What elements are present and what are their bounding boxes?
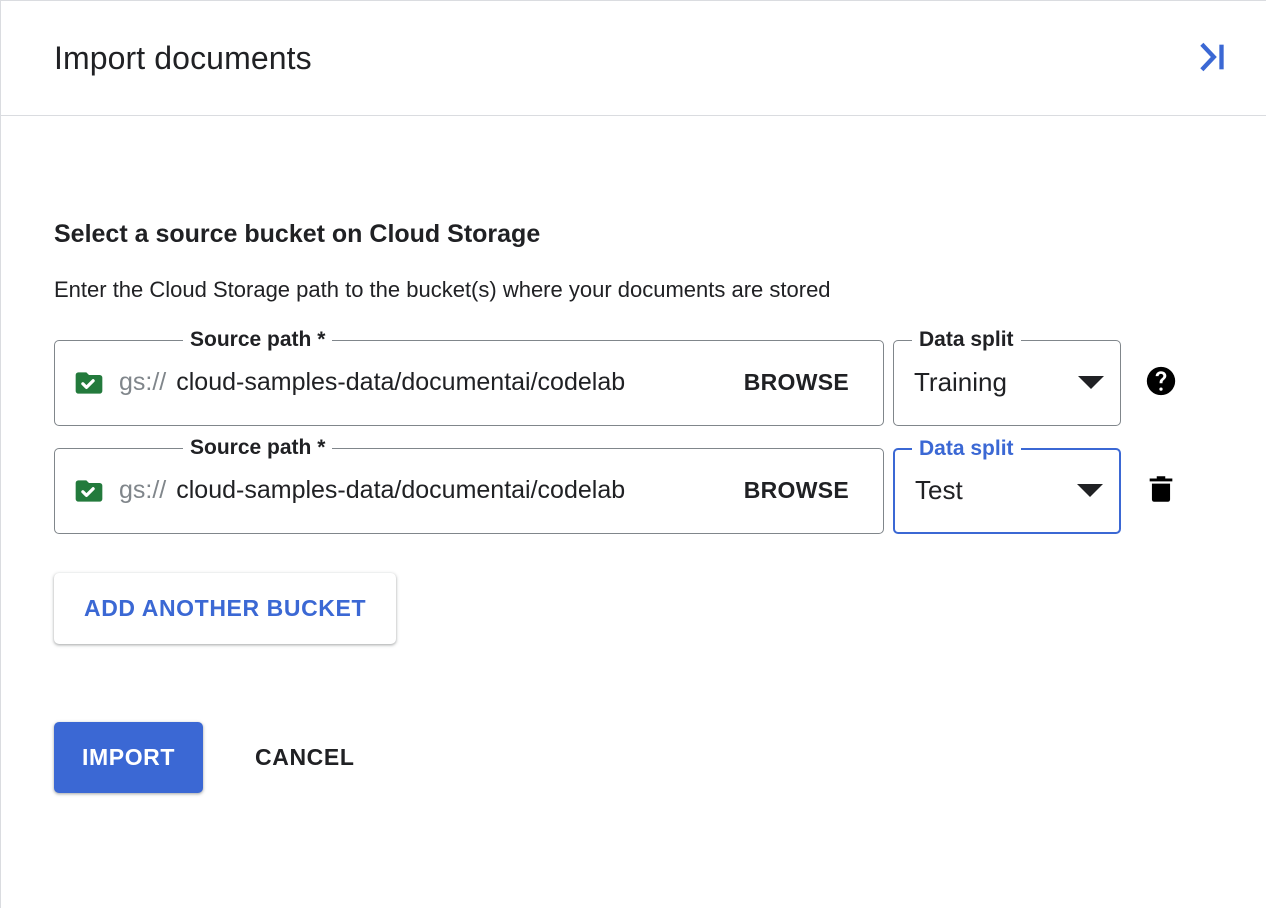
- panel-body: Select a source bucket on Cloud Storage …: [1, 117, 1266, 793]
- delete-bucket-row-button[interactable]: [1133, 448, 1189, 534]
- chevron-down-icon: [1078, 376, 1104, 389]
- page-title: Import documents: [54, 42, 312, 74]
- delete-trash-icon: [1144, 472, 1178, 509]
- import-documents-panel: Import documents Select a source bucket …: [0, 0, 1266, 908]
- data-split-label: Data split: [912, 438, 1021, 459]
- source-path-field[interactable]: Source path * gs:// BROWSE: [54, 448, 884, 534]
- section-description: Enter the Cloud Storage path to the buck…: [54, 249, 1266, 302]
- data-split-select[interactable]: Data split Test: [893, 448, 1121, 534]
- gs-scheme-prefix: gs://: [119, 368, 166, 397]
- source-path-field[interactable]: Source path * gs:// BROWSE: [54, 340, 884, 426]
- green-folder-check-icon: [73, 475, 105, 507]
- source-path-label: Source path *: [183, 329, 332, 350]
- data-split-select[interactable]: Data split Training: [893, 340, 1121, 426]
- import-button[interactable]: IMPORT: [54, 722, 203, 793]
- section-title: Select a source bucket on Cloud Storage: [54, 117, 1266, 249]
- source-path-label: Source path *: [183, 437, 332, 458]
- add-another-bucket-button[interactable]: ADD ANOTHER BUCKET: [54, 573, 396, 644]
- footer-actions: IMPORT CANCEL: [54, 722, 1266, 793]
- gs-scheme-prefix: gs://: [119, 476, 166, 505]
- browse-button[interactable]: BROWSE: [726, 477, 883, 504]
- cancel-button[interactable]: CANCEL: [231, 722, 378, 793]
- chevron-right-bar-icon: [1194, 37, 1234, 80]
- help-button[interactable]: [1133, 340, 1189, 426]
- chevron-down-icon: [1077, 484, 1103, 497]
- source-path-input[interactable]: [176, 368, 725, 397]
- data-split-label: Data split: [912, 329, 1021, 350]
- bucket-row: Source path * gs:// BROWSE Data split Tr…: [54, 340, 1266, 426]
- panel-header: Import documents: [1, 0, 1266, 116]
- source-path-input[interactable]: [176, 476, 725, 505]
- bucket-row: Source path * gs:// BROWSE Data split Te…: [54, 448, 1266, 534]
- collapse-panel-button[interactable]: [1190, 34, 1238, 82]
- data-split-value: Training: [914, 367, 1007, 398]
- data-split-value: Test: [915, 475, 963, 506]
- browse-button[interactable]: BROWSE: [726, 369, 883, 396]
- help-circle-icon: [1144, 364, 1178, 401]
- bucket-row-list: Source path * gs:// BROWSE Data split Tr…: [54, 340, 1266, 534]
- green-folder-check-icon: [73, 367, 105, 399]
